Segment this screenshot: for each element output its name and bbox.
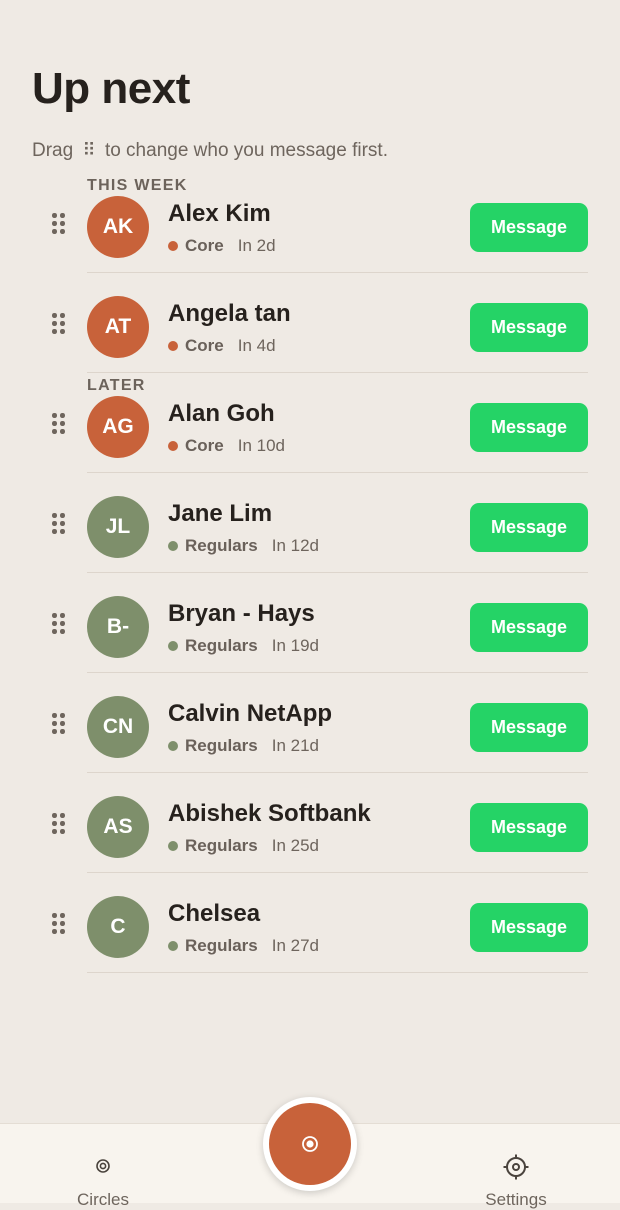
- contact-name: Abishek Softbank: [168, 800, 371, 827]
- circle-dot-icon: [168, 341, 178, 351]
- list-item: CN Calvin NetApp Regulars In 21d Message: [0, 673, 620, 773]
- list-item: AK Alex Kim Core In 2d Message: [0, 173, 620, 273]
- drag-handle-icon[interactable]: [52, 213, 66, 235]
- circle-dot-icon: [168, 741, 178, 751]
- record-icon: [302, 1136, 318, 1152]
- avatar: B-: [87, 596, 149, 658]
- message-button[interactable]: Message: [470, 503, 588, 552]
- list-item: AG Alan Goh Core In 10d Message: [0, 373, 620, 473]
- due-label: In 25d: [271, 836, 320, 855]
- avatar: CN: [87, 696, 149, 758]
- nav-item-settings[interactable]: Settings: [451, 1124, 581, 1209]
- avatar: AT: [87, 296, 149, 358]
- message-button[interactable]: Message: [470, 403, 588, 452]
- list-item: AT Angela tan Core In 4d Message: [0, 273, 620, 373]
- page-title: Up next: [32, 64, 190, 113]
- list-item: B- Bryan - Hays Regulars In 19d Message: [0, 573, 620, 673]
- contact-meta: Regulars In 19d: [168, 636, 319, 656]
- hint-text-start: Drag: [32, 140, 74, 161]
- message-button[interactable]: Message: [470, 903, 588, 952]
- contact-meta: Regulars In 12d: [168, 536, 319, 556]
- nav-label-circles: Circles: [77, 1190, 129, 1209]
- due-label: In 12d: [271, 536, 320, 555]
- message-button[interactable]: Message: [470, 603, 588, 652]
- contact-meta: Core In 2d: [168, 236, 276, 256]
- circle-dot-icon: [168, 641, 178, 651]
- due-label: In 2d: [237, 236, 276, 255]
- avatar: AS: [87, 796, 149, 858]
- contact-name: Jane Lim: [168, 500, 273, 527]
- message-button[interactable]: Message: [470, 803, 588, 852]
- due-label: In 4d: [237, 336, 276, 355]
- circle-label: Regulars: [185, 936, 258, 955]
- circle-label: Core: [185, 236, 224, 255]
- message-button[interactable]: Message: [470, 303, 588, 352]
- drag-handle-icon[interactable]: [52, 513, 66, 535]
- circle-label: Regulars: [185, 736, 258, 755]
- avatar: C: [87, 896, 149, 958]
- list-item: JL Jane Lim Regulars In 12d Message: [0, 473, 620, 573]
- message-button[interactable]: Message: [470, 703, 588, 752]
- contact-list: AK Alex Kim Core In 2d Message AT Angela…: [0, 173, 620, 973]
- circle-label: Core: [185, 336, 224, 355]
- list-item: C Chelsea Regulars In 27d Message: [0, 873, 620, 973]
- nav-label-settings: Settings: [485, 1190, 547, 1209]
- due-label: In 21d: [271, 736, 320, 755]
- avatar: JL: [87, 496, 149, 558]
- contact-name: Chelsea: [168, 900, 261, 927]
- drag-handle-icon: ⠿: [82, 140, 96, 160]
- contact-name: Alex Kim: [168, 200, 271, 227]
- contact-meta: Core In 10d: [168, 436, 285, 456]
- circle-dot-icon: [168, 541, 178, 551]
- record-button-fill: [269, 1103, 351, 1185]
- drag-handle-icon[interactable]: [52, 713, 66, 735]
- list-item: AS Abishek Softbank Regulars In 25d Mess…: [0, 773, 620, 873]
- due-label: In 10d: [237, 436, 285, 455]
- circles-icon: [96, 1159, 110, 1173]
- circle-label: Regulars: [185, 536, 258, 555]
- hint-text-end: to change who you message first.: [104, 140, 388, 161]
- contact-name: Bryan - Hays: [168, 600, 315, 627]
- record-button[interactable]: [263, 1097, 357, 1191]
- gear-icon: [503, 1154, 529, 1180]
- status-bar-fragment: [84, 0, 174, 4]
- reorder-hint: Drag ⠿ to change who you message first.: [32, 140, 388, 162]
- contact-meta: Regulars In 27d: [168, 936, 319, 956]
- circle-dot-icon: [168, 941, 178, 951]
- contact-name: Angela tan: [168, 300, 291, 327]
- due-label: In 19d: [271, 636, 320, 655]
- circle-label: Core: [185, 436, 224, 455]
- drag-handle-icon[interactable]: [52, 413, 66, 435]
- circle-label: Regulars: [185, 836, 258, 855]
- contact-meta: Core In 4d: [168, 336, 276, 356]
- drag-handle-icon[interactable]: [52, 313, 66, 335]
- circle-label: Regulars: [185, 636, 258, 655]
- circle-dot-icon: [168, 441, 178, 451]
- circle-dot-icon: [168, 841, 178, 851]
- circle-dot-icon: [168, 241, 178, 251]
- divider: [87, 972, 588, 973]
- avatar: AG: [87, 396, 149, 458]
- avatar: AK: [87, 196, 149, 258]
- due-label: In 27d: [271, 936, 320, 955]
- message-button[interactable]: Message: [470, 203, 588, 252]
- drag-handle-icon[interactable]: [52, 613, 66, 635]
- drag-handle-icon[interactable]: [52, 813, 66, 835]
- contact-name: Calvin NetApp: [168, 700, 333, 727]
- drag-handle-icon[interactable]: [52, 913, 66, 935]
- contact-meta: Regulars In 25d: [168, 836, 319, 856]
- contact-meta: Regulars In 21d: [168, 736, 319, 756]
- nav-item-circles[interactable]: Circles: [38, 1124, 168, 1209]
- contact-name: Alan Goh: [168, 400, 275, 427]
